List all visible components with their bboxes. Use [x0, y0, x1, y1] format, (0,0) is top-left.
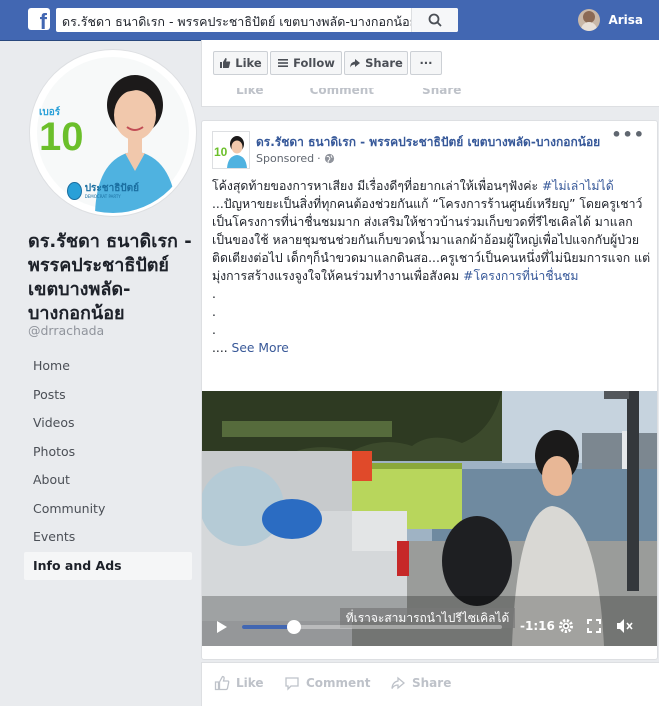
search-button[interactable]	[411, 8, 458, 32]
like-page-label: Like	[235, 56, 262, 70]
post-like-button[interactable]: Like	[214, 675, 264, 691]
facebook-logo[interactable]: f	[28, 8, 50, 34]
page-profile-picture[interactable]: เบอร์ 10 ประชาธิปัตย์ DEMOCRAT PARTY	[30, 50, 196, 216]
post-options-button[interactable]: •••	[611, 125, 645, 144]
post-author-portrait: 10	[213, 132, 249, 168]
post-dot: .	[212, 305, 216, 319]
share-page-label: Share	[365, 56, 403, 70]
page-title-line: เขตบางพลัด-	[28, 279, 131, 300]
see-more-row: .... See More	[212, 339, 652, 357]
party-name: ประชาธิปัตย์	[84, 182, 139, 194]
post-comment-button[interactable]: Comment	[284, 675, 370, 691]
post-actions: Like Comment Share	[201, 662, 659, 706]
follow-icon	[278, 59, 289, 67]
nav-item-about[interactable]: About	[24, 466, 192, 495]
post-share-button[interactable]: Share	[390, 675, 451, 691]
sponsored-label[interactable]: Sponsored	[256, 152, 314, 165]
volume-muted-icon[interactable]	[616, 618, 634, 634]
settings-gear-icon[interactable]	[558, 618, 574, 634]
page-title-line: พรรคประชาธิปัตย์	[28, 255, 169, 276]
video-progress-bar[interactable]	[242, 620, 502, 634]
user-profile-link[interactable]: Arisa	[578, 9, 643, 31]
page-navigation: Home Posts Videos Photos About Community…	[24, 352, 192, 580]
previous-post-like[interactable]: Like	[236, 88, 264, 97]
like-page-button[interactable]: Like	[213, 51, 268, 75]
post-video[interactable]: ที่เราจะสามารถนำไปรีไซเคิลได้ -1:16	[202, 391, 657, 646]
hashtag-link[interactable]: #โครงการที่น่าชื่นชม	[463, 269, 578, 283]
video-controls: -1:16	[202, 606, 657, 646]
previous-post-share[interactable]: Share	[422, 88, 461, 97]
share-page-button[interactable]: Share	[344, 51, 408, 75]
post-text-intro: โค้งสุดท้ายของการหาเสียง มีเรื่องดีๆที่อ…	[212, 179, 542, 193]
post-author-name[interactable]: ดร.รัชดา ธนาดิเรก - พรรคประชาธิปัตย์ เขต…	[256, 133, 600, 152]
post-message: โค้งสุดท้ายของการหาเสียง มีเรื่องดีๆที่อ…	[212, 177, 652, 357]
comment-bubble-icon	[285, 677, 299, 691]
meta-separator: ·	[317, 152, 321, 165]
post-like-label: Like	[236, 676, 264, 690]
post-paragraph-2: ...ปัญหาขยะเป็นสิ่งที่ทุกคนต้องช่วยกันแก…	[212, 195, 652, 285]
page-username[interactable]: @drrachada	[28, 323, 104, 338]
candidate-number: 10	[39, 115, 84, 159]
user-avatar	[578, 9, 601, 31]
post-dot: .	[212, 287, 216, 301]
nav-item-posts[interactable]: Posts	[24, 381, 192, 410]
nav-item-events[interactable]: Events	[24, 523, 192, 552]
see-more-prefix: ....	[212, 341, 232, 355]
previous-post-comment[interactable]: Comment	[310, 88, 374, 97]
share-arrow-icon	[391, 676, 406, 690]
play-icon[interactable]	[216, 620, 228, 634]
previous-post-actions: Like Comment Share	[201, 88, 659, 107]
page-sidebar: เบอร์ 10 ประชาธิปัตย์ DEMOCRAT PARTY ดร.…	[0, 40, 200, 665]
nav-item-videos[interactable]: Videos	[24, 409, 192, 438]
fullscreen-icon[interactable]	[587, 619, 601, 633]
nav-item-photos[interactable]: Photos	[24, 438, 192, 467]
search-input[interactable]: ดร.รัชดา ธนาดิเรก - พรรคประชาธิปัตย์ เขต…	[62, 12, 417, 32]
party-name-english: DEMOCRAT PARTY	[84, 193, 121, 199]
post-paragraph-1: โค้งสุดท้ายของการหาเสียง มีเรื่องดีๆที่อ…	[212, 177, 652, 195]
thumbs-up-icon	[220, 58, 231, 68]
globe-icon[interactable]	[324, 153, 335, 164]
page-title-line: ดร.รัชดา ธนาดิเรก -	[28, 231, 192, 252]
hashtag-link[interactable]: #ไม่เล่าไม่ได้	[542, 179, 614, 193]
follow-page-label: Follow	[293, 56, 335, 70]
post-author-avatar[interactable]: 10	[212, 131, 250, 169]
video-time-remaining: -1:16	[520, 619, 555, 633]
page-title[interactable]: ดร.รัชดา ธนาดิเรก - พรรคประชาธิปัตย์ เขต…	[28, 230, 208, 326]
nav-item-community[interactable]: Community	[24, 495, 192, 524]
nav-item-home[interactable]: Home	[24, 352, 192, 381]
follow-page-button[interactable]: Follow	[270, 51, 342, 75]
user-name: Arisa	[608, 13, 643, 27]
search-icon	[428, 13, 442, 27]
search-box[interactable]: ดร.รัชดา ธนาดิเรก - พรรคประชาธิปัตย์ เขต…	[56, 8, 458, 32]
share-arrow-icon	[350, 59, 361, 68]
sponsored-post: 10 ดร.รัชดา ธนาดิเรก - พรรคประชาธิปัตย์ …	[201, 120, 658, 660]
party-logo: ประชาธิปัตย์ DEMOCRAT PARTY	[67, 181, 139, 201]
avatar-number-mark: 10	[214, 145, 228, 159]
thumbs-up-icon	[214, 675, 230, 691]
post-meta: Sponsored ·	[256, 152, 335, 165]
page-action-bar: Like Follow Share ···	[201, 40, 659, 89]
video-scrubber-handle[interactable]	[287, 620, 301, 634]
see-more-link[interactable]: See More	[232, 341, 289, 355]
facebook-logo-letter: f	[39, 9, 47, 34]
party-emblem-icon	[67, 182, 82, 200]
post-dot: .	[212, 323, 216, 337]
nav-item-info-and-ads[interactable]: Info and Ads	[24, 551, 192, 580]
top-navigation-bar: f ดร.รัชดา ธนาดิเรก - พรรคประชาธิปัตย์ เ…	[0, 0, 659, 41]
post-comment-label: Comment	[306, 676, 371, 690]
more-page-actions-button[interactable]: ···	[410, 51, 442, 75]
post-text-body: ...ปัญหาขยะเป็นสิ่งที่ทุกคนต้องช่วยกันแก…	[212, 197, 651, 283]
more-dots-icon: ···	[419, 56, 433, 70]
post-share-label: Share	[412, 676, 452, 690]
